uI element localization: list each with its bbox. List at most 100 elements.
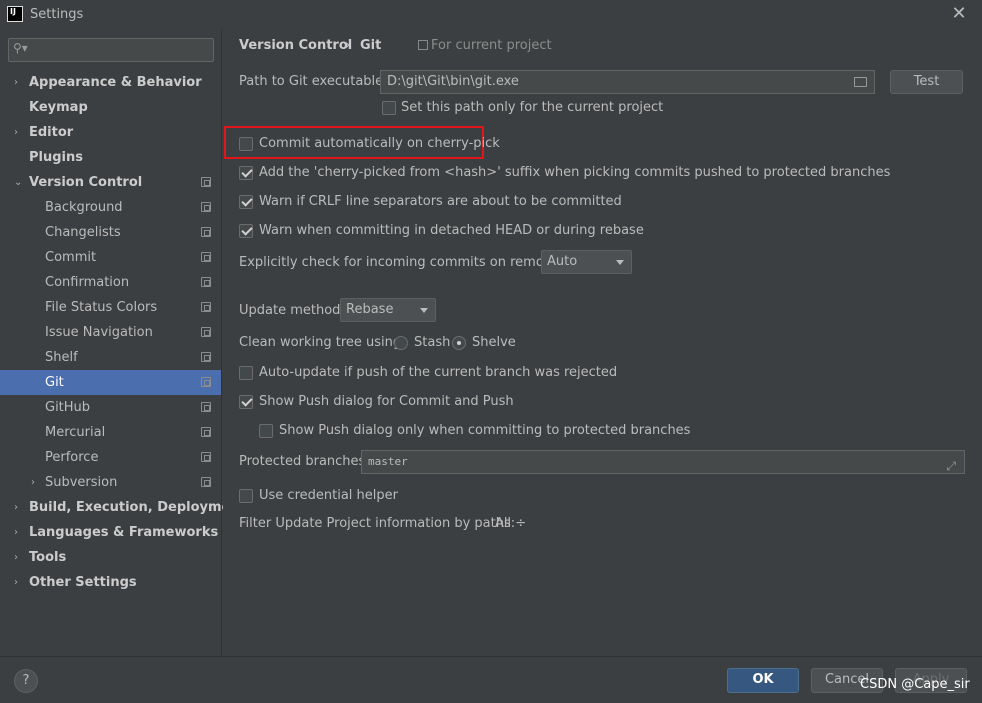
chevron-right-icon[interactable]: › xyxy=(14,570,18,595)
filter-paths-dropdown[interactable]: All ÷ xyxy=(495,516,526,531)
search-icon: ⚲▾ xyxy=(13,41,28,55)
sidebar-item-label: Perforce xyxy=(45,450,99,465)
sidebar-item-commit[interactable]: Commit xyxy=(0,245,221,270)
sidebar-item-label: Languages & Frameworks xyxy=(29,525,219,540)
project-scope-icon xyxy=(201,202,211,212)
set-path-only-label: Set this path only for the current proje… xyxy=(401,100,664,115)
sidebar-item-keymap[interactable]: Keymap xyxy=(0,95,221,120)
sidebar-item-appearance-behavior[interactable]: › Appearance & Behavior xyxy=(0,70,221,95)
project-scope-icon xyxy=(201,377,211,387)
sidebar-item-languages-frameworks[interactable]: › Languages & Frameworks xyxy=(0,520,221,545)
sidebar-item-other-settings[interactable]: › Other Settings xyxy=(0,570,221,595)
check-incoming-value: Auto xyxy=(547,254,578,269)
update-method-dropdown[interactable]: Rebase xyxy=(340,298,436,322)
sidebar-item-label: Issue Navigation xyxy=(45,325,153,340)
chevron-right-icon[interactable]: › xyxy=(14,545,18,570)
chevron-down-icon xyxy=(420,308,428,313)
credential-helper-label: Use credential helper xyxy=(259,488,398,503)
git-path-field[interactable]: D:\git\Git\bin\git.exe xyxy=(380,70,875,94)
sidebar-item-changelists[interactable]: Changelists xyxy=(0,220,221,245)
sidebar-item-git[interactable]: Git xyxy=(0,370,221,395)
sidebar-item-label: Subversion xyxy=(45,475,118,490)
sidebar-item-label: Changelists xyxy=(45,225,121,240)
sidebar-item-subversion[interactable]: › Subversion xyxy=(0,470,221,495)
sidebar-item-tools[interactable]: › Tools xyxy=(0,545,221,570)
sidebar-item-label: Confirmation xyxy=(45,275,130,290)
git-settings-panel: Version Control › Git For current projec… xyxy=(223,30,982,656)
show-push-dialog-checkbox[interactable] xyxy=(239,395,253,409)
protected-branches-label: Protected branches: xyxy=(239,454,370,469)
chevron-right-icon[interactable]: › xyxy=(14,70,18,95)
breadcrumb-parent[interactable]: Version Control xyxy=(239,38,352,53)
set-path-only-checkbox[interactable] xyxy=(382,101,396,115)
sidebar-item-github[interactable]: GitHub xyxy=(0,395,221,420)
sidebar-item-shelf[interactable]: Shelf xyxy=(0,345,221,370)
chevron-right-icon[interactable]: › xyxy=(31,470,35,495)
expand-icon[interactable]: ⤢ xyxy=(946,455,956,477)
warn-detached-label: Warn when committing in detached HEAD or… xyxy=(259,223,644,238)
chevron-down-icon[interactable]: ⌄ xyxy=(14,170,22,195)
project-scope-icon xyxy=(201,477,211,487)
warn-detached-checkbox[interactable] xyxy=(239,224,253,238)
sidebar-item-label: File Status Colors xyxy=(45,300,158,315)
credential-helper-checkbox[interactable] xyxy=(239,489,253,503)
sidebar-item-label: GitHub xyxy=(45,400,91,415)
folder-icon[interactable] xyxy=(854,77,867,87)
add-suffix-checkbox[interactable] xyxy=(239,166,253,180)
project-scope-icon xyxy=(201,402,211,412)
commit-auto-cherry-pick-checkbox[interactable] xyxy=(239,137,253,151)
sidebar-item-version-control[interactable]: ⌄ Version Control xyxy=(0,170,221,195)
auto-update-label: Auto-update if push of the current branc… xyxy=(259,365,618,380)
sidebar-item-label: Mercurial xyxy=(45,425,106,440)
sidebar-item-label: Background xyxy=(45,200,123,215)
ok-button[interactable]: OK xyxy=(727,668,799,693)
sidebar-item-label: Git xyxy=(45,375,64,390)
git-path-value: D:\git\Git\bin\git.exe xyxy=(387,74,519,89)
project-scope-icon xyxy=(201,427,211,437)
check-incoming-label: Explicitly check for incoming commits on… xyxy=(239,255,569,270)
show-push-dialog-label: Show Push dialog for Commit and Push xyxy=(259,394,514,409)
sidebar-item-file-status-colors[interactable]: File Status Colors xyxy=(0,295,221,320)
sidebar-item-plugins[interactable]: Plugins xyxy=(0,145,221,170)
close-icon[interactable]: ✕ xyxy=(948,4,970,26)
help-button[interactable]: ? xyxy=(14,669,38,693)
update-method-value: Rebase xyxy=(346,302,394,317)
project-scope-label: For current project xyxy=(431,38,552,53)
project-scope-icon xyxy=(418,40,428,50)
sidebar-item-confirmation[interactable]: Confirmation xyxy=(0,270,221,295)
dialog-footer: ? OK Cancel Apply CSDN @Cape_sir xyxy=(0,656,982,703)
sidebar-item-mercurial[interactable]: Mercurial xyxy=(0,420,221,445)
update-method-label: Update method: xyxy=(239,303,345,318)
sidebar-item-label: Version Control xyxy=(29,175,143,190)
sidebar-item-build-execution-deployment[interactable]: › Build, Execution, Deployment xyxy=(0,495,246,520)
chevron-right-icon[interactable]: › xyxy=(14,520,18,545)
warn-crlf-checkbox[interactable] xyxy=(239,195,253,209)
protected-branches-field[interactable]: master ⤢ xyxy=(361,450,965,474)
search-input[interactable]: ⚲▾ xyxy=(8,38,214,62)
sidebar-item-label: Editor xyxy=(29,125,74,140)
show-push-protected-checkbox[interactable] xyxy=(259,424,273,438)
check-incoming-dropdown[interactable]: Auto xyxy=(541,250,632,274)
sidebar-item-perforce[interactable]: Perforce xyxy=(0,445,221,470)
sidebar-item-editor[interactable]: › Editor xyxy=(0,120,221,145)
sidebar-item-issue-navigation[interactable]: Issue Navigation xyxy=(0,320,221,345)
chevron-right-icon[interactable]: › xyxy=(14,495,18,520)
warn-crlf-label: Warn if CRLF line separators are about t… xyxy=(259,194,622,209)
project-scope-icon xyxy=(201,227,211,237)
project-scope-icon xyxy=(201,277,211,287)
sidebar-item-background[interactable]: Background xyxy=(0,195,221,220)
watermark: CSDN @Cape_sir xyxy=(860,677,970,692)
commit-auto-cherry-pick-label: Commit automatically on cherry-pick xyxy=(259,136,500,151)
test-button[interactable]: Test xyxy=(890,70,963,94)
project-scope-icon xyxy=(201,252,211,262)
stash-radio[interactable] xyxy=(394,336,408,350)
project-scope-icon xyxy=(201,327,211,337)
project-scope-icon xyxy=(201,352,211,362)
chevron-right-icon[interactable]: › xyxy=(14,120,18,145)
shelve-radio[interactable] xyxy=(452,336,466,350)
sidebar-item-label: Appearance & Behavior xyxy=(29,75,202,90)
protected-branches-value: master xyxy=(368,455,408,468)
project-scope-icon xyxy=(201,452,211,462)
sidebar-item-label: Other Settings xyxy=(29,575,137,590)
auto-update-checkbox[interactable] xyxy=(239,366,253,380)
